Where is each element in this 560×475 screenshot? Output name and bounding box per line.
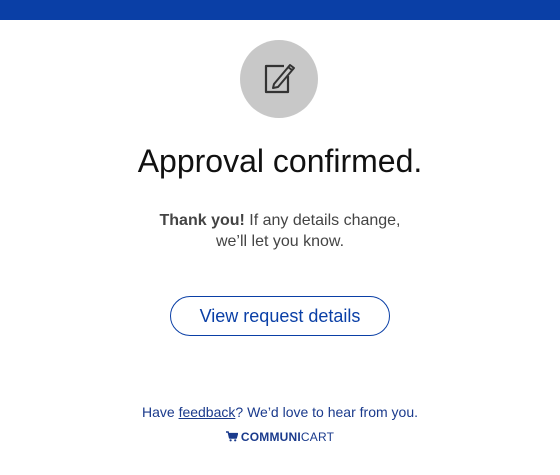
thank-you-text: Thank you! xyxy=(159,212,245,229)
view-request-details-button[interactable]: View request details xyxy=(170,296,390,336)
brand-name-bold: COMMUNI xyxy=(240,430,301,444)
header-bar xyxy=(0,0,560,20)
feedback-prefix: Have xyxy=(141,404,179,420)
confirmation-page: Approval confirmed. Thank you! If any de… xyxy=(0,0,560,475)
brand-name-light: CART xyxy=(300,430,335,444)
shopping-cart-icon xyxy=(225,431,238,442)
confirmation-message: Thank you! If any details change, we’ll … xyxy=(0,210,560,252)
feedback-link[interactable]: feedback xyxy=(179,404,236,420)
page-title: Approval confirmed. xyxy=(137,143,423,179)
feedback-suffix: ? We’d love to hear from you. xyxy=(235,404,418,420)
message-line-1-text: If any details change, xyxy=(244,212,401,229)
feedback-line: Have feedback? We’d love to hear from yo… xyxy=(0,404,560,420)
message-line-2: we’ll let you know. xyxy=(215,233,345,250)
message-line-1: Thank you! If any details change, xyxy=(0,210,560,231)
edit-icon xyxy=(264,64,295,94)
edit-icon-circle xyxy=(240,40,318,118)
brand-logo: COMMUNICART xyxy=(0,430,560,444)
